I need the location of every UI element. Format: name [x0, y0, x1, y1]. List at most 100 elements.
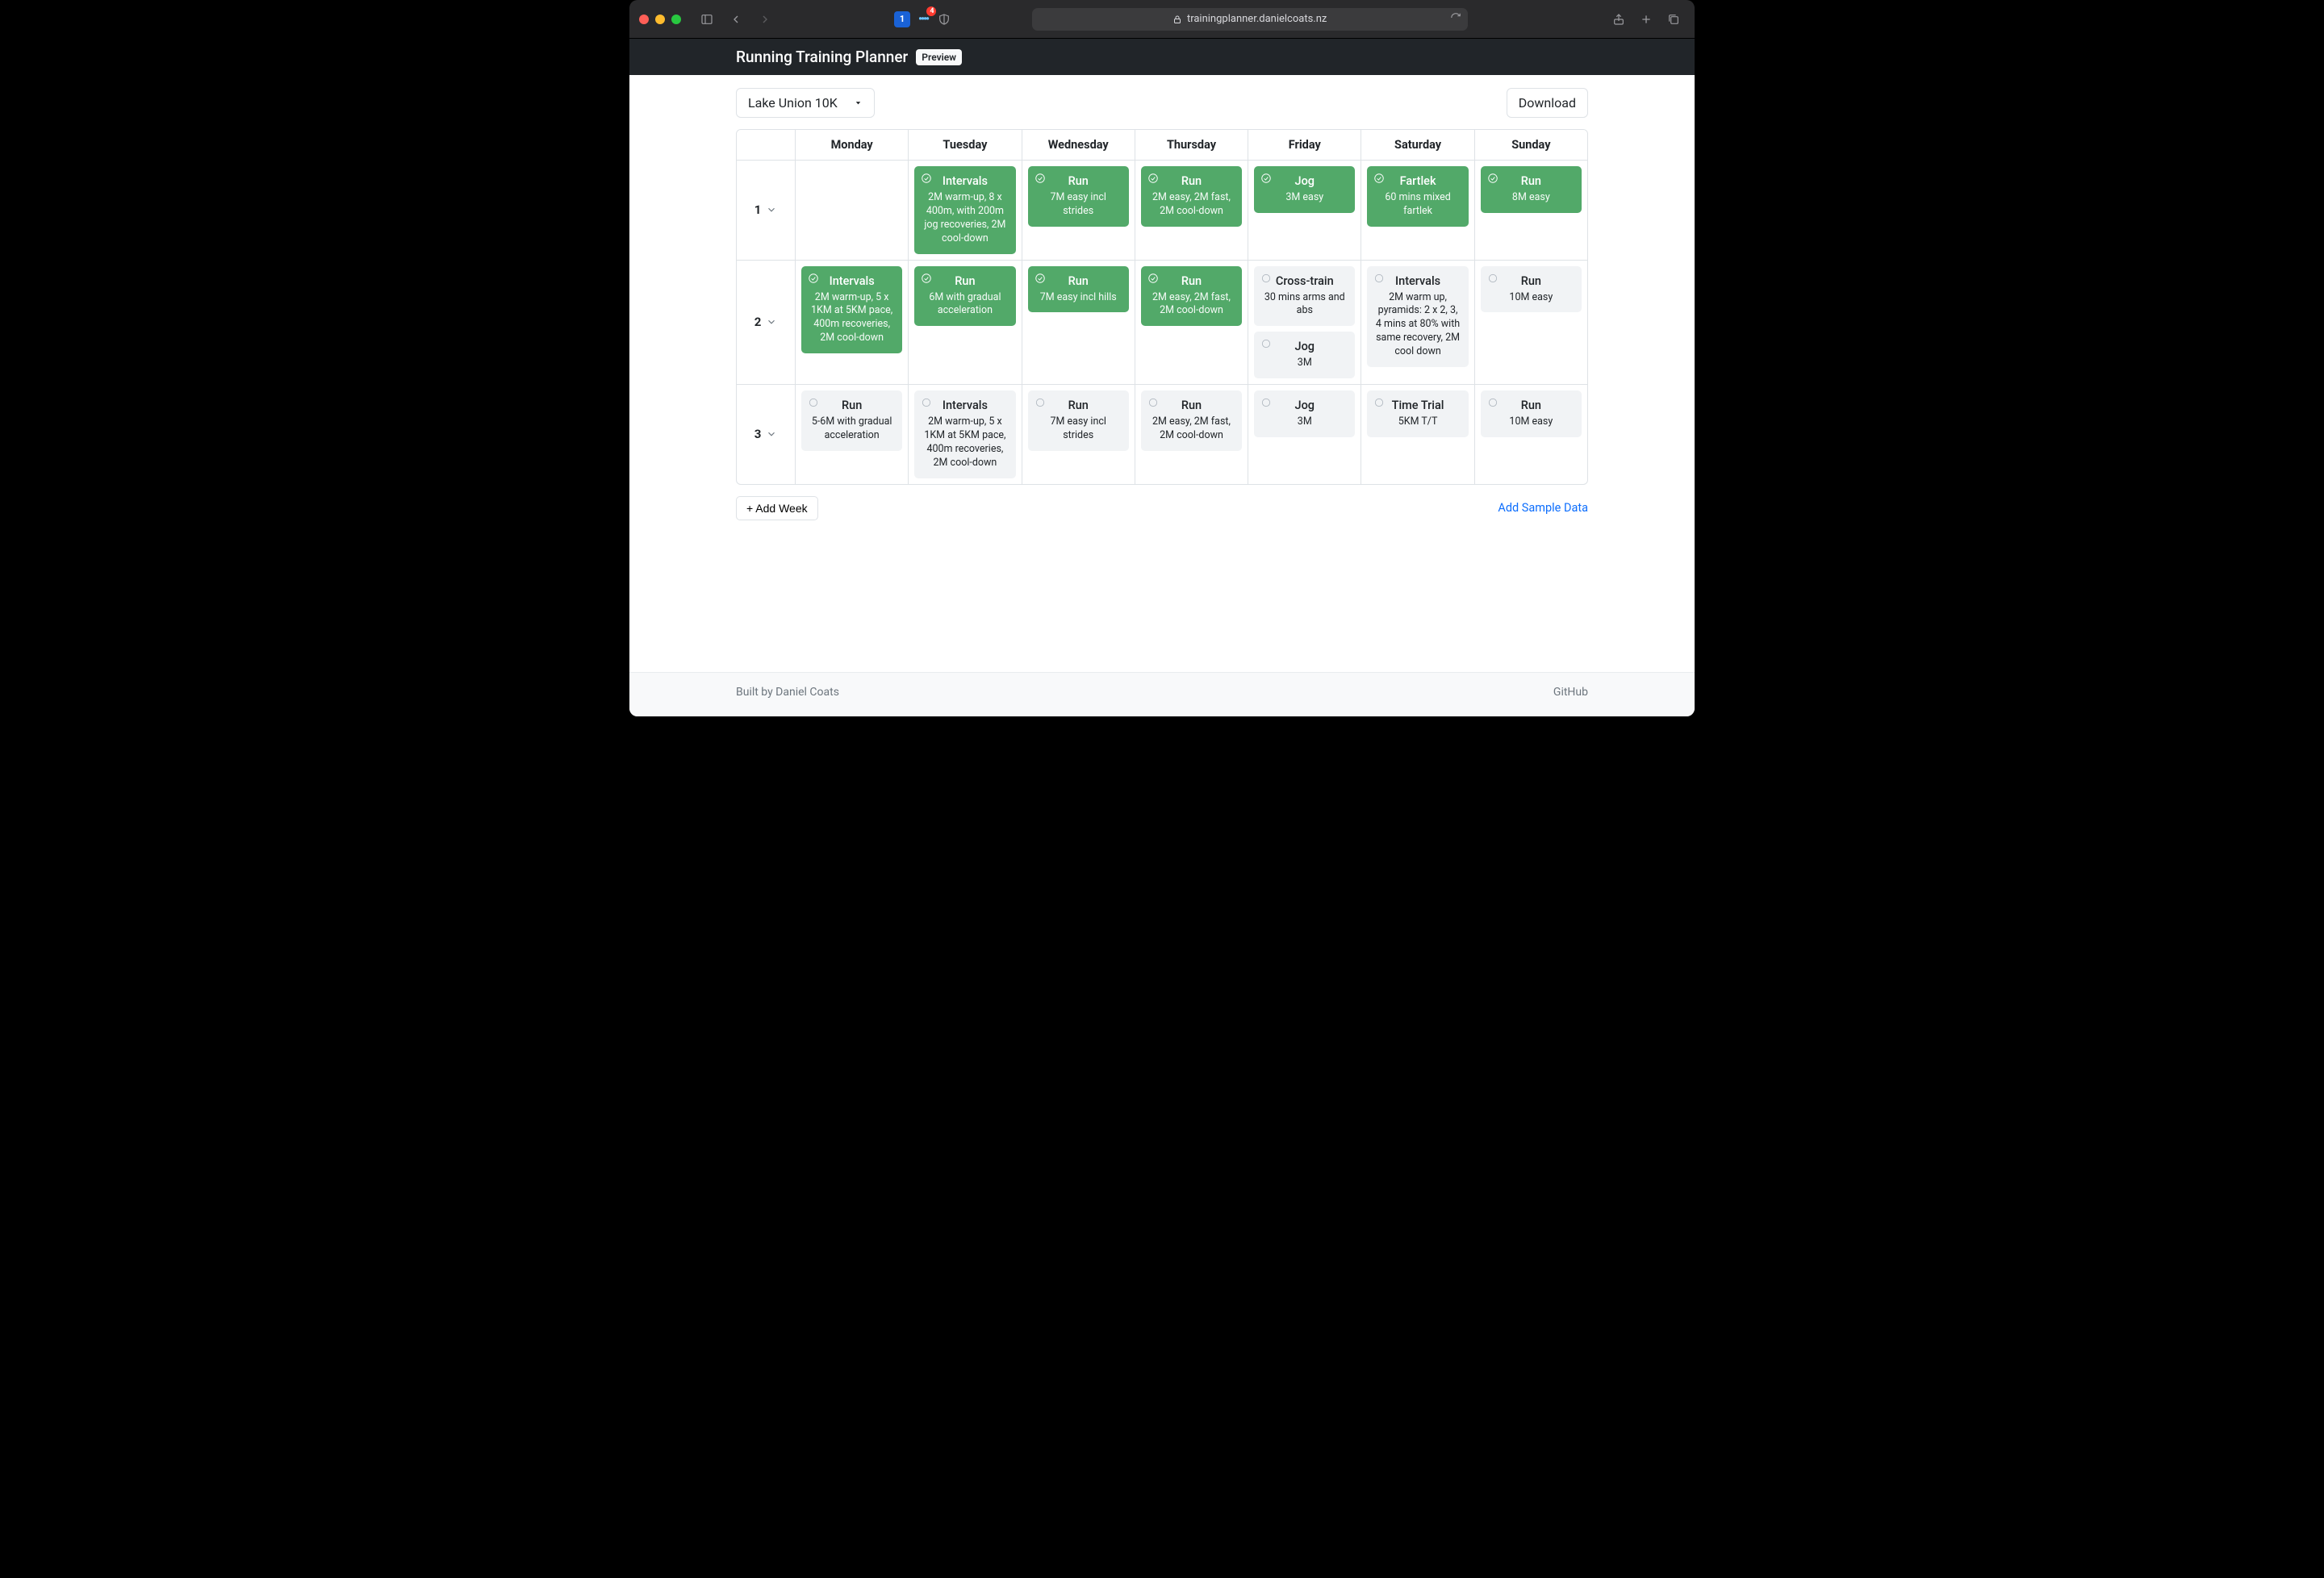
day-cell[interactable]: Cross-train30 mins arms and abs Jog3M [1248, 261, 1361, 385]
week-toggle[interactable]: 1 [737, 161, 795, 260]
workout-desc: 60 mins mixed fartlek [1372, 191, 1463, 219]
reload-icon[interactable] [1450, 12, 1461, 27]
workout-card[interactable]: Run7M easy incl strides [1028, 166, 1129, 227]
workout-desc: 7M easy incl strides [1033, 191, 1124, 219]
sidebar-toggle-icon[interactable] [696, 8, 718, 31]
workout-card[interactable]: Run2M easy, 2M fast, 2M cool-down [1141, 266, 1242, 327]
day-cell[interactable]: Run7M easy incl strides [1022, 161, 1135, 260]
workout-title: Fartlek [1372, 174, 1463, 188]
browser-toolbar: 1 •••• 4 trainingplanner.danielcoats.nz [629, 0, 1695, 39]
browser-extensions: 1 •••• 4 [894, 11, 952, 27]
day-cell[interactable]: Run 10M easy [1474, 385, 1587, 484]
day-cell[interactable]: Fartlek 60 mins mixed fartlek [1361, 161, 1473, 260]
day-cell[interactable]: Run7M easy incl strides [1022, 385, 1135, 484]
day-cell[interactable]: Run2M easy, 2M fast, 2M cool-down [1135, 261, 1248, 385]
day-cell[interactable] [795, 161, 908, 260]
workout-card[interactable]: Jog3M [1254, 332, 1355, 378]
address-bar-url: trainingplanner.danielcoats.nz [1187, 13, 1327, 25]
address-bar[interactable]: trainingplanner.danielcoats.nz [1032, 8, 1468, 31]
workout-card[interactable]: Intervals2M warm-up, 5 x 1KM at 5KM pace… [801, 266, 902, 354]
extension-badge: 4 [926, 6, 936, 16]
workout-card[interactable]: Run7M easy incl strides [1028, 390, 1129, 451]
footer-github-link[interactable]: GitHub [1553, 686, 1588, 699]
workout-title: Run [1146, 399, 1237, 412]
day-cell[interactable]: Run5-6M with gradual acceleration [795, 385, 908, 484]
workout-title: Run [1486, 274, 1577, 288]
day-cell[interactable]: Intervals 2M warm-up, 5 x 1KM at 5KM pace… [908, 385, 1021, 484]
workout-card[interactable]: Jog3M [1254, 390, 1355, 437]
fullscreen-window-button[interactable] [671, 15, 681, 24]
workout-card[interactable]: Time Trial5KM T/T [1367, 390, 1468, 437]
workout-desc: 10M easy [1486, 415, 1577, 429]
workout-title: Intervals [919, 399, 1010, 412]
day-cell[interactable]: Run7M easy incl hills [1022, 261, 1135, 385]
workout-title: Run [1486, 399, 1577, 412]
privacy-shield-icon[interactable] [936, 11, 952, 27]
workout-title: Intervals [919, 174, 1010, 188]
day-header: Wednesday [1022, 130, 1135, 160]
workout-card[interactable]: Run 10M easy [1481, 266, 1582, 313]
workout-desc: 2M easy, 2M fast, 2M cool-down [1146, 291, 1237, 319]
add-week-button[interactable]: + Add Week [736, 496, 818, 520]
week-toggle[interactable]: 2 [737, 261, 795, 385]
workout-card[interactable]: Intervals 2M warm-up, 5 x 1KM at 5KM pace… [914, 390, 1015, 478]
day-cell[interactable]: Run 2M easy, 2M fast, 2M cool-down [1135, 385, 1248, 484]
workout-card[interactable]: Cross-train30 mins arms and abs [1254, 266, 1355, 327]
workout-desc: 5KM T/T [1372, 415, 1463, 429]
add-sample-data-link[interactable]: Add Sample Data [1498, 501, 1588, 515]
caret-down-icon [854, 95, 863, 111]
week-row: 2Intervals2M warm-up, 5 x 1KM at 5KM pac… [737, 260, 1587, 385]
workout-card[interactable]: Run 2M easy, 2M fast, 2M cool-down [1141, 390, 1242, 451]
workout-card[interactable]: Intervals 2M warm-up, 8 x 400m, with 200m… [914, 166, 1015, 254]
day-cell[interactable]: Run 10M easy [1474, 261, 1587, 385]
week-toggle[interactable]: 3 [737, 385, 795, 484]
day-cell[interactable]: Jog3M easy [1248, 161, 1361, 260]
workout-card[interactable]: Intervals2M warm up, pyramids: 2 x 2, 3,… [1367, 266, 1468, 367]
workout-desc: 3M easy [1259, 191, 1350, 205]
day-cell[interactable]: Intervals 2M warm-up, 8 x 400m, with 200m… [908, 161, 1021, 260]
app-header: Running Training Planner Preview [629, 39, 1695, 75]
workout-desc: 6M with gradual acceleration [919, 291, 1010, 319]
plan-selector[interactable]: Lake Union 10K [736, 88, 875, 118]
workout-desc: 5-6M with gradual acceleration [806, 415, 897, 443]
back-button[interactable] [725, 8, 747, 31]
day-cell[interactable]: Intervals2M warm-up, 5 x 1KM at 5KM pace… [795, 261, 908, 385]
minimize-window-button[interactable] [655, 15, 665, 24]
workout-title: Jog [1259, 340, 1350, 353]
extension-1password-icon[interactable]: 1 [894, 11, 910, 27]
share-icon[interactable] [1607, 8, 1630, 31]
workout-desc: 2M warm-up, 8 x 400m, with 200m jog reco… [919, 191, 1010, 246]
workout-card[interactable]: Run 6M with gradual acceleration [914, 266, 1015, 327]
day-header: Sunday [1474, 130, 1587, 160]
workout-desc: 10M easy [1486, 291, 1577, 305]
workout-card[interactable]: Fartlek 60 mins mixed fartlek [1367, 166, 1468, 227]
workout-title: Intervals [1372, 274, 1463, 288]
workout-title: Run [919, 274, 1010, 288]
footer-credit: Built by Daniel Coats [736, 686, 839, 699]
extension-icon[interactable]: •••• 4 [915, 11, 931, 27]
day-header: Tuesday [908, 130, 1021, 160]
day-cell[interactable]: Run8M easy [1474, 161, 1587, 260]
workout-card[interactable]: Run7M easy incl hills [1028, 266, 1129, 313]
day-cell[interactable]: Run2M easy, 2M fast, 2M cool-down [1135, 161, 1248, 260]
download-button[interactable]: Download [1507, 88, 1588, 118]
tabs-overview-icon[interactable] [1662, 8, 1685, 31]
workout-card[interactable]: Run 10M easy [1481, 390, 1582, 437]
footer: Built by Daniel Coats GitHub [629, 672, 1695, 716]
workout-card[interactable]: Run5-6M with gradual acceleration [801, 390, 902, 451]
new-tab-icon[interactable] [1635, 8, 1657, 31]
day-cell[interactable]: Run 6M with gradual acceleration [908, 261, 1021, 385]
workout-title: Intervals [806, 274, 897, 288]
calendar: MondayTuesdayWednesdayThursdayFridaySatu… [736, 129, 1588, 485]
forward-button[interactable] [754, 8, 776, 31]
workout-desc: 2M warm-up, 5 x 1KM at 5KM pace, 400m re… [919, 415, 1010, 470]
calendar-corner [737, 130, 795, 160]
workout-desc: 2M easy, 2M fast, 2M cool-down [1146, 415, 1237, 443]
workout-card[interactable]: Jog3M easy [1254, 166, 1355, 213]
day-cell[interactable]: Time Trial5KM T/T [1361, 385, 1473, 484]
workout-card[interactable]: Run8M easy [1481, 166, 1582, 213]
workout-card[interactable]: Run2M easy, 2M fast, 2M cool-down [1141, 166, 1242, 227]
close-window-button[interactable] [639, 15, 649, 24]
day-cell[interactable]: Jog3M [1248, 385, 1361, 484]
day-cell[interactable]: Intervals2M warm up, pyramids: 2 x 2, 3,… [1361, 261, 1473, 385]
